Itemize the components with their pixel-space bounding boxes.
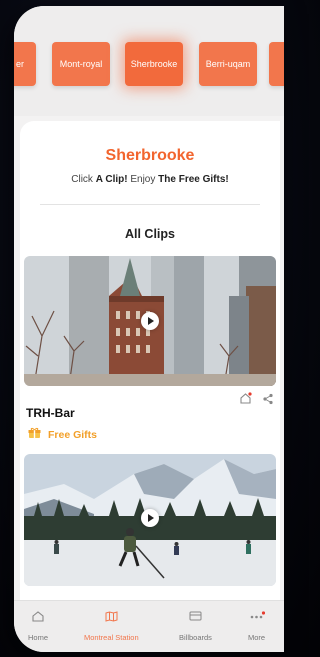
phone-screen: er Mont-royal Sherbrooke Berri-uqam Sher… <box>14 6 284 652</box>
play-button[interactable] <box>141 312 159 330</box>
map-icon <box>105 609 118 627</box>
section-title: All Clips <box>124 227 175 241</box>
station-chip-sherbrooke[interactable]: Sherbrooke <box>125 42 183 86</box>
tab-home[interactable]: Home <box>28 609 48 642</box>
clip-actions <box>239 392 274 410</box>
tab-montreal-station[interactable]: Montreal Station <box>84 609 139 642</box>
gift-icon <box>28 426 41 444</box>
play-button[interactable] <box>141 509 159 527</box>
station-chip-prev[interactable]: er <box>14 42 36 86</box>
clip-thumbnail-2[interactable] <box>24 454 276 586</box>
free-gifts-row[interactable]: Free Gifts <box>28 426 97 444</box>
station-chip-next[interactable] <box>269 42 284 86</box>
station-title: Sherbrooke <box>105 147 195 164</box>
billboard-icon <box>189 609 202 627</box>
tab-more[interactable]: More <box>248 609 265 642</box>
clip-thumbnail-1[interactable] <box>24 256 276 386</box>
station-chip-list[interactable]: er Mont-royal Sherbrooke Berri-uqam <box>14 42 284 106</box>
more-icon <box>249 609 265 627</box>
tab-billboards[interactable]: Billboards <box>179 609 212 642</box>
clip-name: TRH-Bar <box>26 406 75 420</box>
free-gifts-label: Free Gifts <box>48 429 98 441</box>
station-selector-bar: er Mont-royal Sherbrooke Berri-uqam <box>14 6 284 116</box>
share-icon[interactable] <box>262 392 274 410</box>
station-chip-berri-uqam[interactable]: Berri-uqam <box>199 42 257 86</box>
station-subtitle: Click A Clip! Enjoy The Free Gifts! <box>71 174 229 185</box>
bottom-tab-bar: Home Montreal Station Billboards More <box>14 600 284 652</box>
divider <box>40 204 260 205</box>
favorite-icon[interactable] <box>239 392 252 410</box>
station-card: Sherbrooke Click A Clip! Enjoy The Free … <box>20 121 280 601</box>
home-icon <box>32 609 44 627</box>
station-chip-mont-royal[interactable]: Mont-royal <box>52 42 110 86</box>
